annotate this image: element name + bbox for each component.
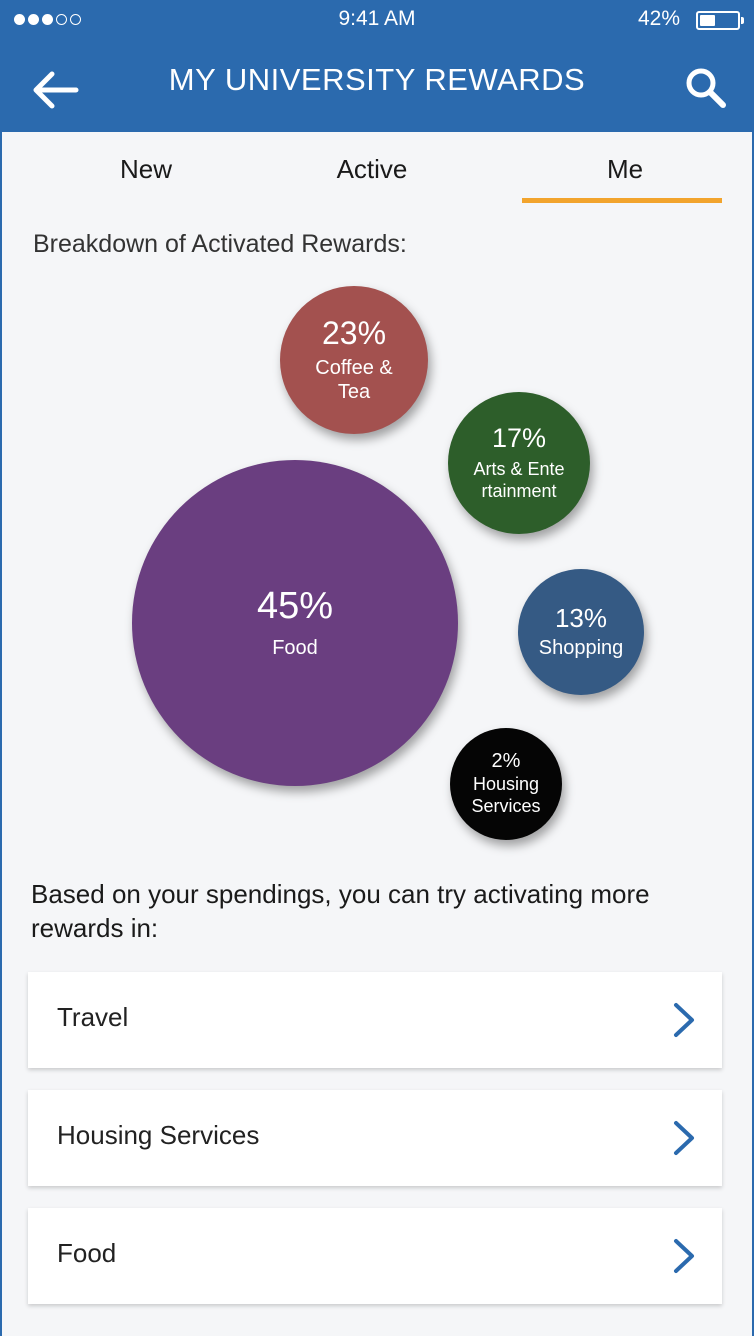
bubble-label: Arts & Entertainment [473,459,565,501]
suggestion-item-housing-services[interactable]: Housing Services [28,1090,722,1186]
suggestion-text: Based on your spendings, you can try act… [31,879,650,943]
bubble-percent: 23% [321,315,387,352]
suggestion-label: Housing Services [57,1120,260,1150]
chevron-right-icon [674,1003,694,1037]
bubble-label: Housing Services [471,774,541,816]
chevron-right-icon [674,1239,694,1273]
bubble-arts-entertainment: 17% Arts & Entertainment [448,392,590,534]
bubble-label: Shopping [538,637,624,660]
bubble-food: 45% Food [132,460,458,786]
tab-bar: New Active Me [0,132,754,208]
suggestion-label: Travel [57,1002,129,1032]
breakdown-title: Breakdown of Activated Rewards: [33,230,407,258]
battery-percent: 42% [637,7,680,30]
bubble-percent: 17% [491,422,547,453]
tab-selected-indicator [522,198,722,203]
app-header: 9:41 AM 42% MY UNIVERSITY REWARDS [0,0,754,132]
tab-me[interactable]: Me [565,154,685,185]
bubble-label: Food [272,636,318,659]
status-bar: 9:41 AM 42% [0,0,754,40]
bubble-percent: 45% [256,585,334,628]
bubble-housing-services: 2% Housing Services [450,728,562,840]
tab-new[interactable]: New [86,154,206,185]
search-button[interactable] [684,66,728,110]
bubble-coffee-tea: 23% Coffee & Tea [280,286,428,434]
chevron-right-icon [674,1121,694,1155]
suggestion-item-travel[interactable]: Travel [28,972,722,1068]
search-icon [686,68,726,108]
tab-active[interactable]: Active [312,154,432,185]
page-title: MY UNIVERSITY REWARDS [168,62,586,97]
bubble-label: Coffee & Tea [315,356,393,403]
bubble-percent: 13% [554,602,608,633]
bubble-shopping: 13% Shopping [518,569,644,695]
suggestion-item-food[interactable]: Food [28,1208,722,1304]
suggestion-label: Food [57,1238,117,1268]
bubble-percent: 2% [491,750,521,773]
battery-icon [696,11,744,30]
